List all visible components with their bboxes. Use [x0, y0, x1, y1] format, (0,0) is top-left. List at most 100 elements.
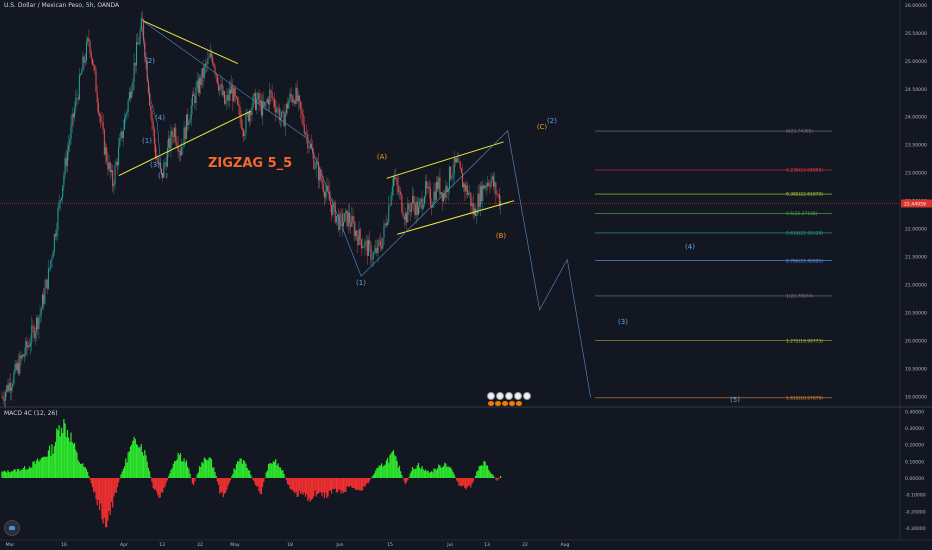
macd-bar [106, 478, 108, 528]
candle-body [467, 193, 469, 196]
candle-body [232, 85, 234, 102]
macd-bar [197, 472, 199, 478]
macd-bar [259, 478, 261, 494]
macd-bar [254, 478, 257, 486]
macd-bar [109, 478, 111, 515]
candle-body [188, 122, 190, 126]
macd-bar [58, 425, 60, 478]
candle-body [34, 331, 36, 339]
candle-body [301, 110, 303, 115]
macd-bar [416, 465, 418, 478]
flag-icon[interactable] [509, 401, 515, 406]
macd-bar [461, 478, 464, 486]
macd-bar [452, 471, 454, 478]
candle-body [288, 100, 290, 109]
macd-bar [287, 478, 289, 485]
macd-bar [270, 463, 272, 478]
time-tick-label: 18 [287, 542, 293, 548]
chart-canvas[interactable]: 0(23.74365) 0.236(23.04865) 0.382(22.61879… [0, 0, 932, 550]
macd-bar [306, 478, 308, 495]
economic-events[interactable] [487, 392, 531, 400]
macd-bar [334, 478, 336, 489]
macd-bar [345, 478, 347, 492]
candle-body [233, 88, 235, 102]
macd-bar [90, 478, 92, 484]
wave-label: (4) [155, 114, 165, 122]
candle-body [498, 194, 500, 207]
candle-body [112, 170, 114, 187]
candle-body [125, 114, 127, 119]
macd-bar [411, 467, 414, 478]
macd-bar [417, 462, 420, 478]
candle-body [373, 252, 375, 254]
macd-bar [238, 461, 240, 478]
flag-icon[interactable] [502, 401, 508, 406]
candle-body [108, 162, 110, 170]
macd-bar [276, 465, 278, 478]
candle-body [421, 198, 423, 209]
macd-bar [309, 478, 311, 502]
candle-body [151, 110, 153, 122]
tradingview-logo-icon[interactable] [4, 520, 20, 536]
macd-bar [221, 478, 223, 493]
candle-body [116, 162, 118, 165]
macd-bar [194, 478, 196, 482]
macd-bar [480, 464, 483, 478]
macd-bar [143, 455, 145, 478]
trendline [386, 141, 504, 179]
candle-body [325, 191, 327, 198]
macd-bar [122, 468, 124, 478]
candle-body [387, 221, 389, 226]
flag-icon[interactable] [488, 401, 494, 406]
candle-body [415, 201, 417, 216]
macd-bar [430, 471, 433, 478]
candle-body [425, 181, 427, 197]
candle-body [275, 106, 277, 113]
macd-bar [492, 475, 495, 478]
macd-bar [54, 441, 57, 478]
event-dot-icon[interactable] [514, 392, 522, 400]
candle-body [221, 84, 223, 96]
macd-bar [419, 467, 421, 478]
wave-label: (B) [496, 232, 507, 240]
macd-bar [445, 463, 447, 478]
macd-bar [3, 470, 5, 478]
macd-bar [14, 469, 16, 478]
macd-bar [258, 478, 260, 492]
candle-body [33, 327, 35, 339]
macd-bar [460, 478, 462, 487]
macd-bar [401, 475, 403, 478]
candle-body [25, 341, 27, 355]
event-flags[interactable] [488, 401, 522, 406]
candle-body [208, 57, 210, 59]
macd-bar [289, 478, 291, 489]
candle-body [457, 158, 459, 163]
candle-body [40, 308, 42, 314]
candle-body [440, 192, 442, 195]
macd-bar [144, 450, 146, 478]
candle-body [97, 102, 99, 114]
macd-bar [13, 469, 15, 478]
macd-bar [57, 430, 59, 478]
macd-bar [454, 477, 456, 478]
trendline [142, 20, 239, 65]
event-dot-icon[interactable] [487, 392, 495, 400]
event-dot-icon[interactable] [505, 392, 513, 400]
macd-bar [247, 470, 249, 478]
candle-body [134, 62, 136, 66]
candle-body [81, 71, 83, 75]
macd-bar [150, 477, 152, 478]
wave-label: (1) [356, 279, 366, 287]
flag-icon[interactable] [516, 401, 522, 406]
event-dot-icon[interactable] [496, 392, 504, 400]
macd-bar [12, 471, 14, 478]
event-dot-icon[interactable] [523, 392, 531, 400]
macd-bar [404, 478, 407, 485]
macd-bar [327, 478, 329, 497]
candle-body [259, 100, 261, 104]
candle-body [410, 203, 412, 212]
candle-body [400, 191, 402, 195]
macd-bar [304, 478, 307, 497]
macd-bar [489, 471, 491, 478]
flag-icon[interactable] [495, 401, 501, 406]
